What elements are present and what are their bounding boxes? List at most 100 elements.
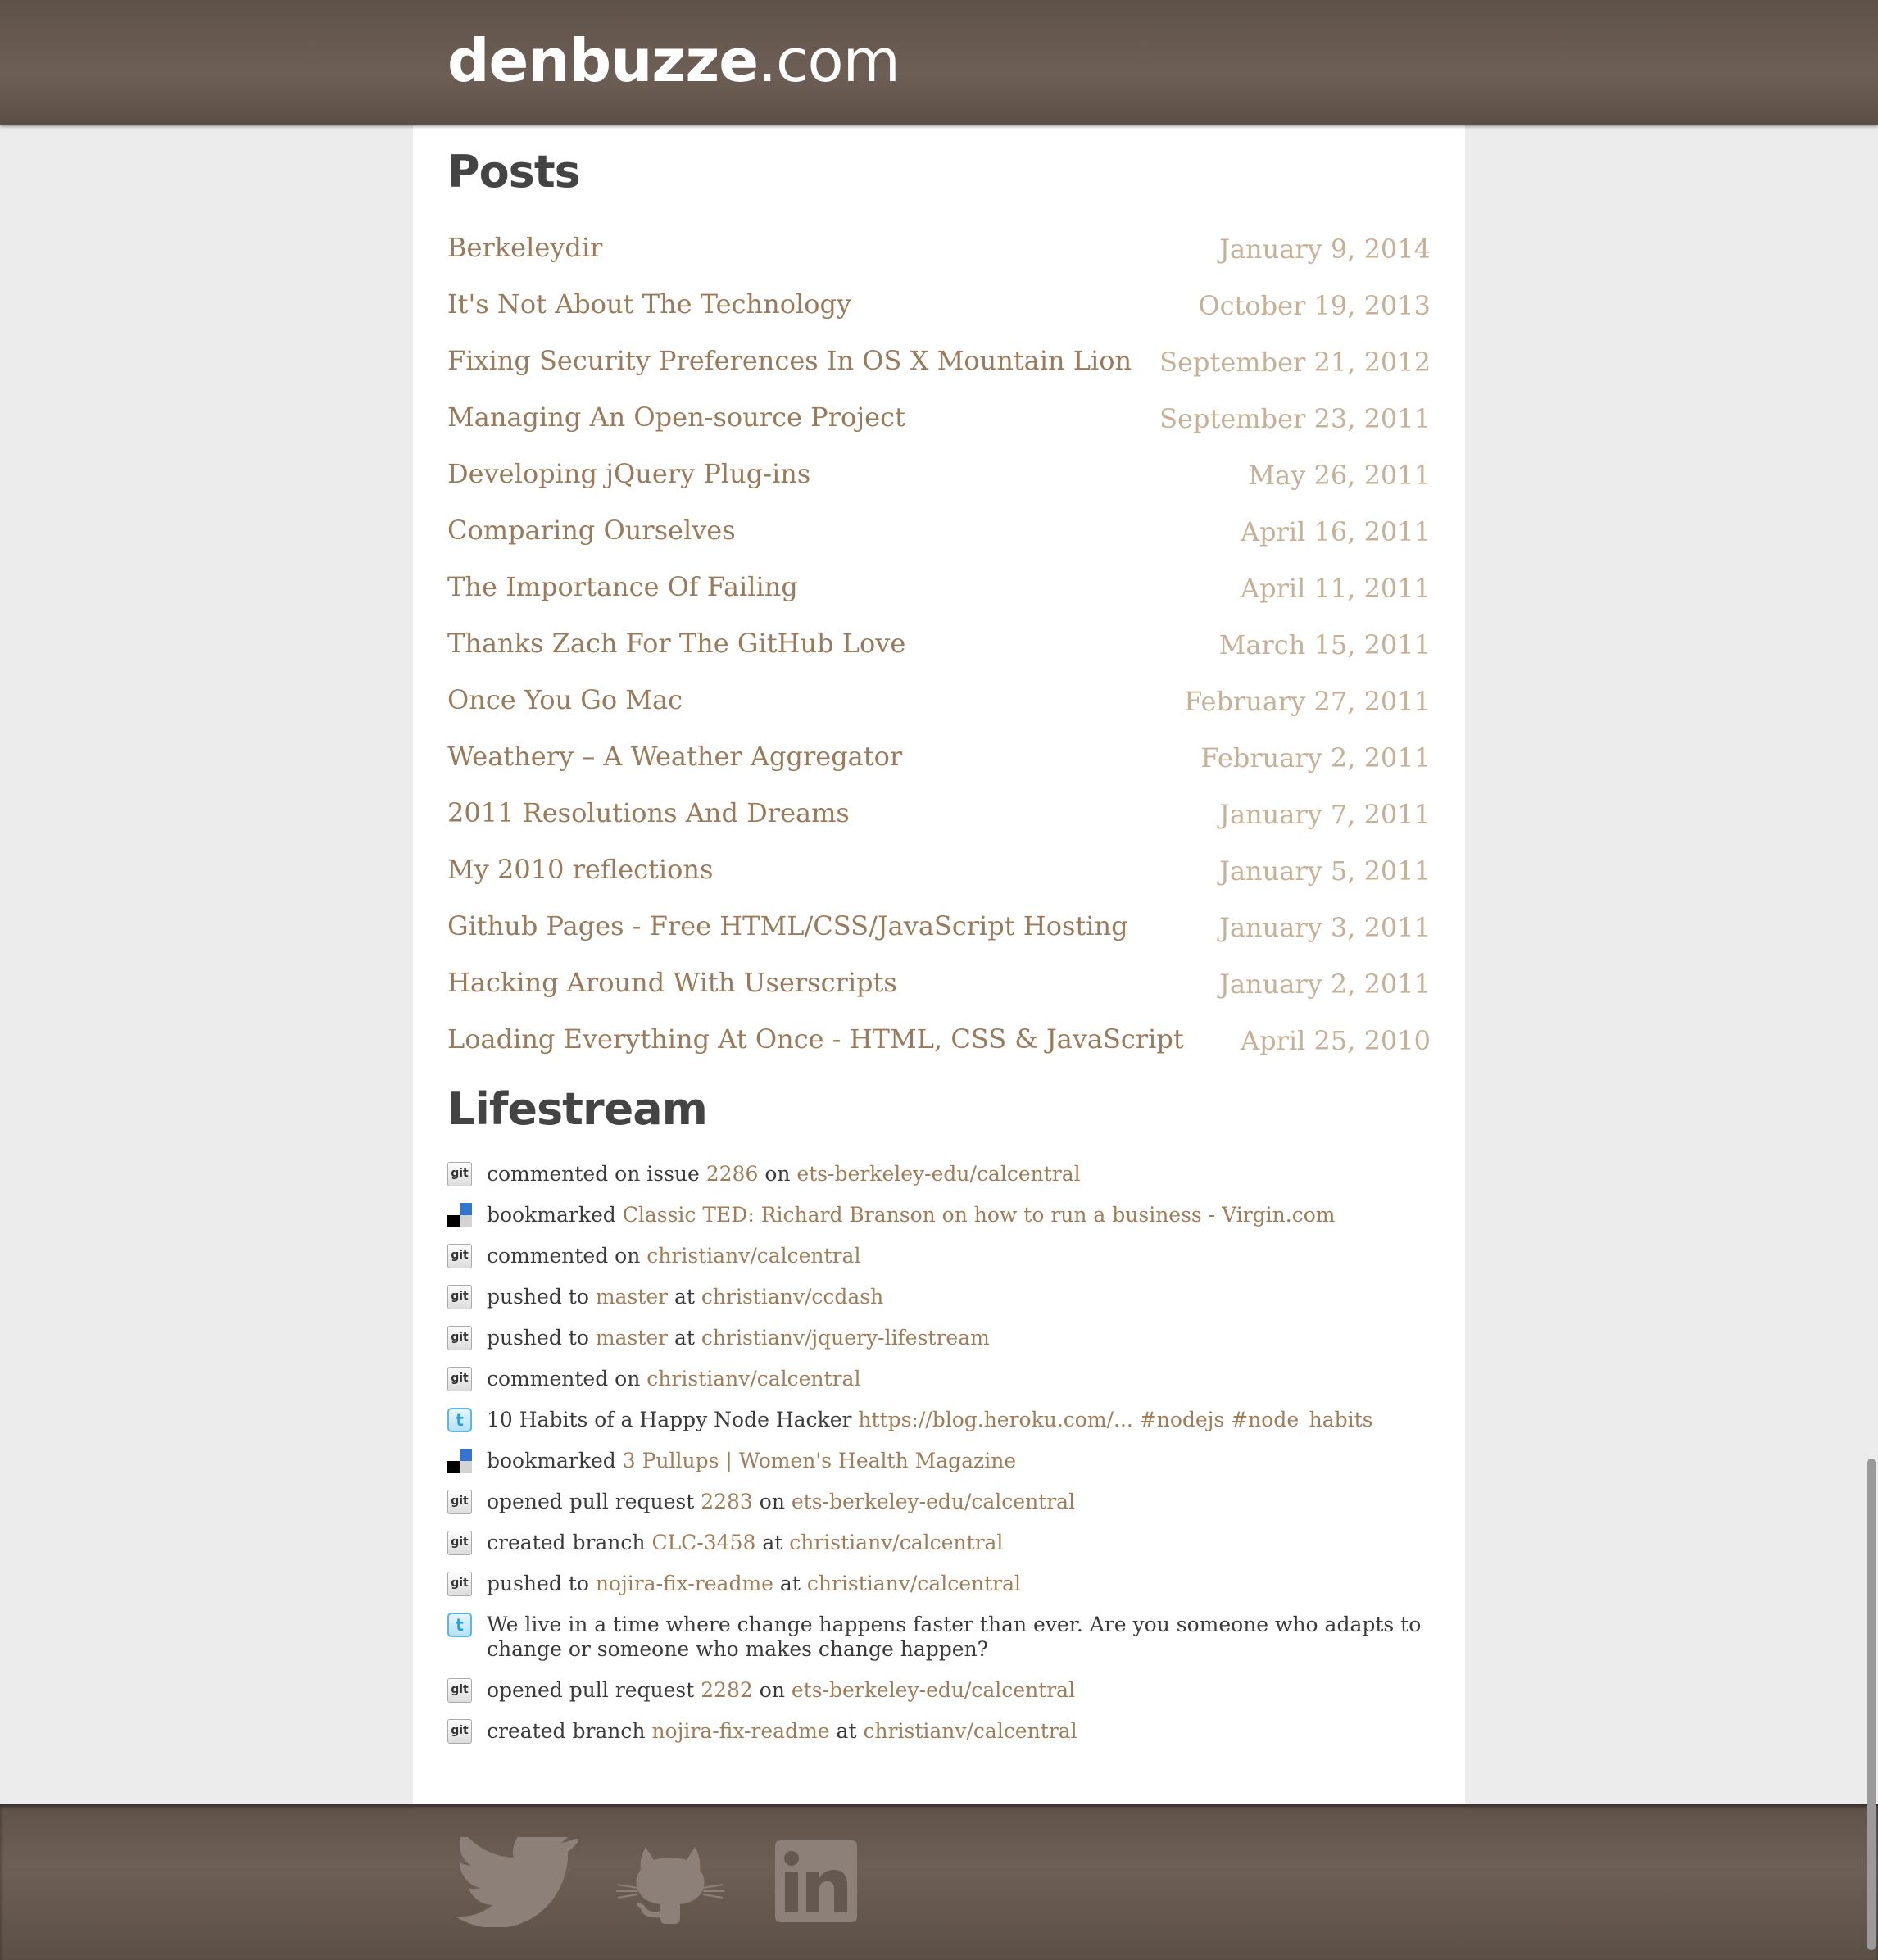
post-title-link[interactable]: Berkeleydir bbox=[447, 221, 602, 274]
post-title-link[interactable]: Once You Go Mac bbox=[447, 674, 683, 726]
linkedin-link[interactable] bbox=[775, 1840, 857, 1922]
post-date: January 2, 2011 bbox=[1219, 969, 1431, 1000]
post-title-link[interactable]: Loading Everything At Once - HTML, CSS &… bbox=[447, 1013, 1184, 1065]
post-row: It's Not About The Technology October 19,… bbox=[447, 278, 1431, 334]
delicious-icon bbox=[447, 1449, 472, 1473]
lifestream-item: git created branch nojira-fix-readme at c… bbox=[447, 1719, 1431, 1744]
post-row: Comparing Ourselves April 16, 2011 bbox=[447, 504, 1431, 560]
delicious-icon bbox=[447, 1203, 472, 1227]
github-icon: git bbox=[447, 1678, 472, 1703]
github-icon: git bbox=[447, 1531, 472, 1555]
lifestream-item: git pushed to master at christianv/jquery… bbox=[447, 1326, 1431, 1350]
post-title-link[interactable]: The Importance Of Failing bbox=[447, 560, 798, 613]
lifestream-link[interactable]: christianv/calcentral bbox=[789, 1531, 1003, 1554]
posts-heading: Posts bbox=[447, 146, 581, 197]
lifestream-heading: Lifestream bbox=[447, 1083, 708, 1135]
post-date: January 5, 2011 bbox=[1219, 855, 1431, 887]
lifestream-text: commented on issue bbox=[487, 1162, 706, 1186]
post-row: Once You Go Mac February 27, 2011 bbox=[447, 674, 1431, 730]
post-title-link[interactable]: My 2010 reflections bbox=[447, 843, 713, 896]
post-row: Developing jQuery Plug-ins May 26, 2011 bbox=[447, 447, 1431, 504]
scrollbar-thumb[interactable] bbox=[1867, 1459, 1876, 1950]
scrollbar[interactable] bbox=[1867, 0, 1878, 1960]
lifestream-text: on bbox=[752, 1490, 792, 1513]
lifestream-item: t 10 Habits of a Happy Node Hacker https:… bbox=[447, 1408, 1431, 1432]
post-date: February 2, 2011 bbox=[1200, 742, 1431, 774]
post-date: April 16, 2011 bbox=[1240, 516, 1431, 547]
lifestream-text: bookmarked bbox=[487, 1203, 623, 1227]
post-row: Weathery – A Weather Aggregator February … bbox=[447, 730, 1431, 787]
post-row: 2011 Resolutions And Dreams January 7, 20… bbox=[447, 787, 1431, 843]
lifestream-item: git pushed to nojira-fix-readme at christ… bbox=[447, 1572, 1431, 1596]
lifestream-text bbox=[1133, 1408, 1140, 1431]
github-icon: git bbox=[447, 1490, 472, 1514]
lifestream-link[interactable]: nojira-fix-readme bbox=[596, 1572, 773, 1595]
lifestream-link[interactable]: christianv/calcentral bbox=[646, 1244, 860, 1268]
lifestream-link[interactable]: christianv/ccdash bbox=[701, 1285, 883, 1309]
lifestream-link[interactable]: master bbox=[596, 1326, 668, 1350]
lifestream-text: 10 Habits of a Happy Node Hacker bbox=[487, 1408, 859, 1431]
post-title-link[interactable]: It's Not About The Technology bbox=[447, 278, 851, 330]
lifestream-link[interactable]: nojira-fix-readme bbox=[651, 1719, 829, 1743]
lifestream-link[interactable]: christianv/calcentral bbox=[646, 1367, 860, 1391]
post-title-link[interactable]: Developing jQuery Plug-ins bbox=[447, 447, 810, 500]
twitter-bird-icon bbox=[456, 1826, 580, 1928]
post-date: January 7, 2011 bbox=[1219, 799, 1431, 830]
github-icon: git bbox=[447, 1162, 472, 1186]
post-date: April 11, 2011 bbox=[1240, 573, 1431, 604]
post-date: May 26, 2011 bbox=[1248, 460, 1431, 491]
lifestream-text: at bbox=[829, 1719, 864, 1743]
lifestream-link[interactable]: 3 Pullups | Women's Health Magazine bbox=[623, 1449, 1016, 1472]
lifestream-link[interactable]: christianv/calcentral bbox=[807, 1572, 1021, 1595]
post-title-link[interactable]: Github Pages - Free HTML/CSS/JavaScript … bbox=[447, 900, 1128, 952]
post-date: September 21, 2012 bbox=[1159, 347, 1431, 378]
post-title-link[interactable]: Thanks Zach For The GitHub Love bbox=[447, 617, 905, 669]
post-row: The Importance Of Failing April 11, 2011 bbox=[447, 560, 1431, 617]
linkedin-icon bbox=[775, 1840, 857, 1922]
lifestream-text: at bbox=[773, 1572, 807, 1595]
lifestream-link[interactable]: #node_habits bbox=[1231, 1408, 1372, 1431]
site-header: denbuzze.com bbox=[0, 0, 1878, 125]
lifestream-text: commented on bbox=[487, 1367, 647, 1391]
post-date: September 23, 2011 bbox=[1159, 403, 1431, 434]
lifestream-link[interactable]: christianv/jquery-lifestream bbox=[701, 1326, 990, 1350]
twitter-link[interactable] bbox=[456, 1826, 580, 1928]
lifestream-link[interactable]: #nodejs bbox=[1140, 1408, 1224, 1431]
lifestream-link[interactable]: master bbox=[596, 1285, 668, 1309]
post-title-link[interactable]: Managing An Open-source Project bbox=[447, 391, 905, 443]
site-logo[interactable]: denbuzze.com bbox=[447, 21, 900, 100]
post-title-link[interactable]: 2011 Resolutions And Dreams bbox=[447, 787, 850, 839]
post-title-link[interactable]: Comparing Ourselves bbox=[447, 504, 736, 556]
posts-list: Berkeleydir January 9, 2014 It's Not About… bbox=[447, 221, 1431, 1069]
lifestream-item: git commented on issue 2286 on ets-berkel… bbox=[447, 1162, 1431, 1186]
lifestream-link[interactable]: 2282 bbox=[701, 1678, 753, 1702]
lifestream-link[interactable]: CLC-3458 bbox=[651, 1531, 755, 1554]
lifestream-link[interactable]: https://blog.heroku.com/... bbox=[858, 1408, 1132, 1431]
lifestream-text: at bbox=[668, 1326, 701, 1350]
lifestream-text: bookmarked bbox=[487, 1449, 623, 1472]
lifestream-link[interactable]: ets-berkeley-edu/calcentral bbox=[796, 1162, 1080, 1186]
post-row: Berkeleydir January 9, 2014 bbox=[447, 221, 1431, 278]
lifestream-link[interactable]: Classic TED: Richard Branson on how to r… bbox=[623, 1203, 1336, 1227]
post-title-link[interactable]: Fixing Security Preferences In OS X Moun… bbox=[447, 334, 1132, 387]
lifestream-link[interactable]: 2283 bbox=[701, 1490, 753, 1513]
post-date: January 3, 2011 bbox=[1219, 912, 1431, 943]
post-row: Managing An Open-source Project September… bbox=[447, 391, 1431, 447]
github-icon: git bbox=[447, 1719, 472, 1744]
lifestream-link[interactable]: ets-berkeley-edu/calcentral bbox=[792, 1490, 1075, 1513]
logo-main: denbuzze bbox=[447, 26, 759, 95]
lifestream-item: git opened pull request 2283 on ets-berke… bbox=[447, 1490, 1431, 1514]
lifestream-link[interactable]: ets-berkeley-edu/calcentral bbox=[792, 1678, 1075, 1702]
post-date: January 9, 2014 bbox=[1219, 234, 1431, 265]
post-title-link[interactable]: Hacking Around With Userscripts bbox=[447, 956, 897, 1009]
lifestream-item: git pushed to master at christianv/ccdash bbox=[447, 1285, 1431, 1309]
post-row: Github Pages - Free HTML/CSS/JavaScript … bbox=[447, 900, 1431, 956]
lifestream-text: opened pull request bbox=[487, 1490, 701, 1513]
github-icon: git bbox=[447, 1285, 472, 1309]
post-title-link[interactable]: Weathery – A Weather Aggregator bbox=[447, 730, 902, 783]
lifestream-text: We live in a time where change happens f… bbox=[487, 1613, 1422, 1661]
lifestream-link[interactable]: christianv/calcentral bbox=[863, 1719, 1077, 1743]
lifestream-link[interactable]: 2286 bbox=[706, 1162, 759, 1186]
github-link[interactable] bbox=[613, 1839, 728, 1929]
post-date: October 19, 2013 bbox=[1198, 290, 1431, 321]
